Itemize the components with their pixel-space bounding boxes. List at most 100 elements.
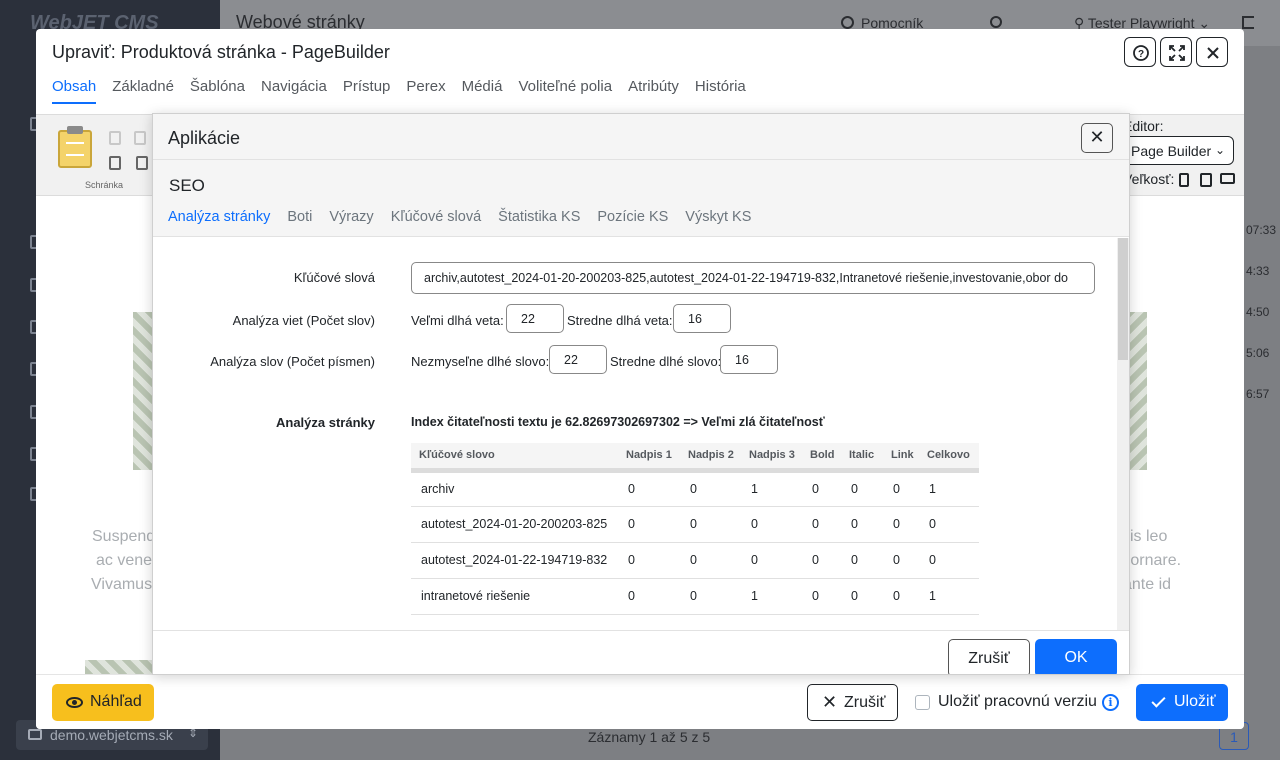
cell-italic: 0 [841, 506, 883, 543]
tab-zakladne[interactable]: Základné [112, 77, 174, 104]
col-link[interactable]: Link [883, 443, 919, 473]
save-button[interactable]: Uložiť [1136, 684, 1228, 721]
table-row: intranetové riešenie 0 0 1 0 0 0 1 [411, 578, 979, 615]
search-icon[interactable] [990, 16, 1002, 28]
close-modal-button[interactable] [1196, 37, 1228, 67]
logout-icon[interactable] [1242, 16, 1254, 29]
col-total[interactable]: Celkovo [919, 443, 979, 473]
tab-vyskyt-ks[interactable]: Výskyt KS [685, 209, 751, 225]
medium-sentence-input[interactable]: 16 [673, 304, 731, 333]
cell-h1: 0 [618, 542, 680, 579]
close-icon: ✕ [1089, 127, 1105, 147]
svg-text:?: ? [1138, 49, 1144, 60]
close-icon [1207, 47, 1219, 59]
tab-sablona[interactable]: Šablóna [190, 77, 245, 104]
help-button[interactable]: ? [1124, 37, 1156, 67]
tab-boti[interactable]: Boti [287, 209, 312, 225]
cell-italic: 0 [841, 470, 883, 507]
tab-navigacia[interactable]: Navigácia [261, 77, 327, 104]
tab-klucove-slova[interactable]: Kľúčové slová [391, 209, 481, 225]
paste-icon [66, 142, 84, 156]
tab-pozicie-ks[interactable]: Pozície KS [597, 209, 668, 225]
divider [153, 159, 1129, 160]
tab-pristup[interactable]: Prístup [343, 77, 391, 104]
cell-link: 0 [883, 470, 919, 507]
cell-h1: 0 [618, 506, 680, 543]
records-info: Záznamy 1 až 5 z 5 [588, 729, 711, 745]
copy-icon[interactable] [134, 131, 146, 145]
cell-h1: 0 [618, 470, 680, 507]
word-analysis-label: Analýza slov (Počet písmen) [210, 354, 375, 369]
dialog-cancel-button[interactable]: Zrušiť [948, 639, 1030, 674]
tab-media[interactable]: Médiá [462, 77, 503, 104]
tab-analyza-stranky[interactable]: Analýza stránky [168, 209, 270, 225]
seo-tabs: Analýza stránky Boti Výrazy Kľúčové slov… [168, 209, 768, 225]
tablet-size-icon[interactable] [1200, 173, 1212, 187]
tab-obsah[interactable]: Obsah [52, 77, 97, 104]
size-label: Veľkosť: [1123, 171, 1175, 187]
cell-bold: 0 [802, 506, 841, 543]
medium-word-label: Stredne dlhé slovo: [610, 354, 722, 369]
applications-dialog: Aplikácie ✕ SEO Analýza stránky Boti Výr… [152, 113, 1130, 675]
col-h2[interactable]: Nadpis 2 [680, 443, 741, 473]
modal-title: Upraviť: Produktová stránka - PageBuilde… [52, 42, 390, 62]
cancel-button[interactable]: ✕ Zrušiť [807, 684, 898, 721]
table-header-row: Kľúčové slovo Nadpis 1 Nadpis 2 Nadpis 3… [411, 443, 979, 473]
cell-italic: 0 [841, 578, 883, 615]
keywords-input[interactable]: archiv,autotest_2024-01-20-200203-825,au… [411, 262, 1095, 294]
cell-h2: 0 [680, 470, 741, 507]
cell-h3: 1 [741, 578, 802, 615]
col-keyword[interactable]: Kľúčové slovo [411, 443, 618, 473]
col-h3[interactable]: Nadpis 3 [741, 443, 802, 473]
preview-button[interactable]: Náhľad [52, 684, 154, 721]
very-long-sentence-input[interactable]: 22 [506, 304, 564, 333]
paste-text-icon[interactable] [109, 156, 121, 170]
dialog-close-button[interactable]: ✕ [1081, 123, 1113, 153]
tab-statistika-ks[interactable]: Štatistika KS [498, 209, 580, 225]
info-icon[interactable]: i [1102, 694, 1119, 711]
scrollbar-thumb[interactable] [1118, 238, 1128, 360]
cell-total: 1 [919, 578, 979, 615]
cell-bold: 0 [802, 542, 841, 579]
cell-h1: 0 [618, 578, 680, 615]
tab-vyrazy[interactable]: Výrazy [329, 209, 373, 225]
cell-h3: 0 [741, 506, 802, 543]
cell-bold: 0 [802, 578, 841, 615]
help-icon[interactable] [841, 16, 854, 29]
table-row: archiv 0 0 1 0 0 0 1 [411, 470, 979, 507]
lorem-text: Vivamus [91, 576, 153, 593]
cut-icon[interactable] [109, 131, 121, 145]
desktop-size-icon[interactable] [1220, 173, 1235, 184]
expand-icon [1169, 45, 1185, 61]
cell-total: 0 [919, 542, 979, 579]
editor-select-value: Page Builder [1131, 143, 1212, 159]
table-time: 4:50 [1246, 305, 1270, 319]
table-time: 6:57 [1246, 387, 1270, 401]
nonsense-word-input[interactable]: 22 [549, 345, 607, 374]
medium-sentence-label: Stredne dlhá veta: [567, 313, 673, 328]
col-italic[interactable]: Italic [841, 443, 883, 473]
medium-word-input[interactable]: 16 [720, 345, 778, 374]
save-draft-checkbox[interactable] [915, 695, 930, 710]
question-icon: ? [1133, 45, 1149, 61]
cell-bold: 0 [802, 470, 841, 507]
dialog-scrollbar[interactable] [1117, 238, 1129, 630]
col-bold[interactable]: Bold [802, 443, 841, 473]
tab-atributy[interactable]: Atribúty [628, 77, 679, 104]
cell-h2: 0 [680, 542, 741, 579]
col-h1[interactable]: Nadpis 1 [618, 443, 680, 473]
save-draft-label[interactable]: Uložiť pracovnú verziu [938, 693, 1097, 711]
table-row: autotest_2024-01-22-194719-832 0 0 0 0 0… [411, 542, 979, 579]
sentence-analysis-label: Analýza viet (Počet slov) [232, 313, 375, 328]
tab-perex[interactable]: Perex [406, 77, 445, 104]
fullscreen-button[interactable] [1160, 37, 1192, 67]
tab-historia[interactable]: História [695, 77, 746, 104]
tab-volitelne-polia[interactable]: Voliteľné polia [518, 77, 612, 104]
lorem-text: ante id [1123, 576, 1172, 593]
paste-word-icon[interactable] [136, 156, 148, 170]
phone-size-icon[interactable] [1179, 173, 1189, 187]
dialog-ok-button[interactable]: OK [1035, 639, 1117, 674]
close-icon: ✕ [822, 692, 838, 712]
table-time: 07:33 [1246, 223, 1277, 237]
editor-select[interactable]: Page Builder ⌄ [1123, 136, 1234, 165]
